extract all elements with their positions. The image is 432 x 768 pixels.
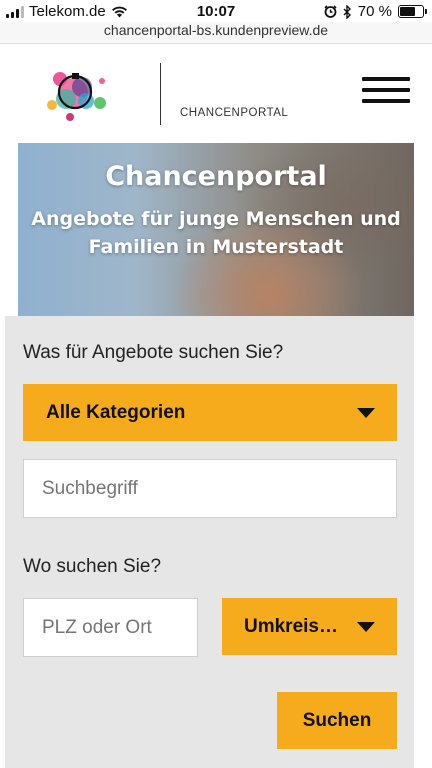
alarm-icon (324, 5, 337, 18)
hamburger-menu-icon[interactable] (362, 77, 410, 107)
category-select-value: Alle Kategorien (46, 401, 186, 423)
chevron-down-icon (357, 408, 375, 418)
status-bar: Telekom.de 10:07 70 % (0, 0, 432, 24)
radius-select[interactable]: Umkreis… (222, 598, 397, 655)
bluetooth-icon (343, 4, 351, 19)
keyword-input[interactable] (23, 459, 397, 518)
hero-title: Chancenportal (105, 161, 327, 192)
hero-banner: Chancenportal Angebote für junge Mensche… (18, 143, 414, 316)
radius-select-value: Umkreis… (244, 615, 338, 637)
what-label: Was für Angebote suchen Sie? (23, 342, 284, 363)
category-select[interactable]: Alle Kategorien (23, 384, 397, 441)
battery-level-fill (400, 7, 416, 16)
location-input[interactable] (23, 598, 198, 657)
where-label: Wo suchen Sie? (23, 556, 162, 577)
search-panel: Was für Angebote suchen Sie? Alle Katego… (5, 316, 414, 768)
browser-url-bar[interactable]: chancenportal-bs.kundenpreview.de (0, 22, 432, 44)
hero-subtitle: Angebote für junge Menschen und Familien… (31, 208, 401, 258)
status-bar-right: 70 % (324, 3, 427, 20)
battery-icon (398, 5, 427, 18)
search-button[interactable]: Suchen (277, 692, 397, 749)
site-header: CHANCENPORTAL (0, 45, 432, 143)
battery-percent: 70 % (357, 3, 392, 20)
brand-label: CHANCENPORTAL (180, 107, 289, 119)
chevron-down-icon (357, 622, 375, 632)
chancenportal-logo[interactable] (40, 63, 112, 125)
search-button-label: Suchen (302, 709, 372, 731)
url-text: chancenportal-bs.kundenpreview.de (103, 22, 329, 38)
header-divider (160, 63, 161, 125)
